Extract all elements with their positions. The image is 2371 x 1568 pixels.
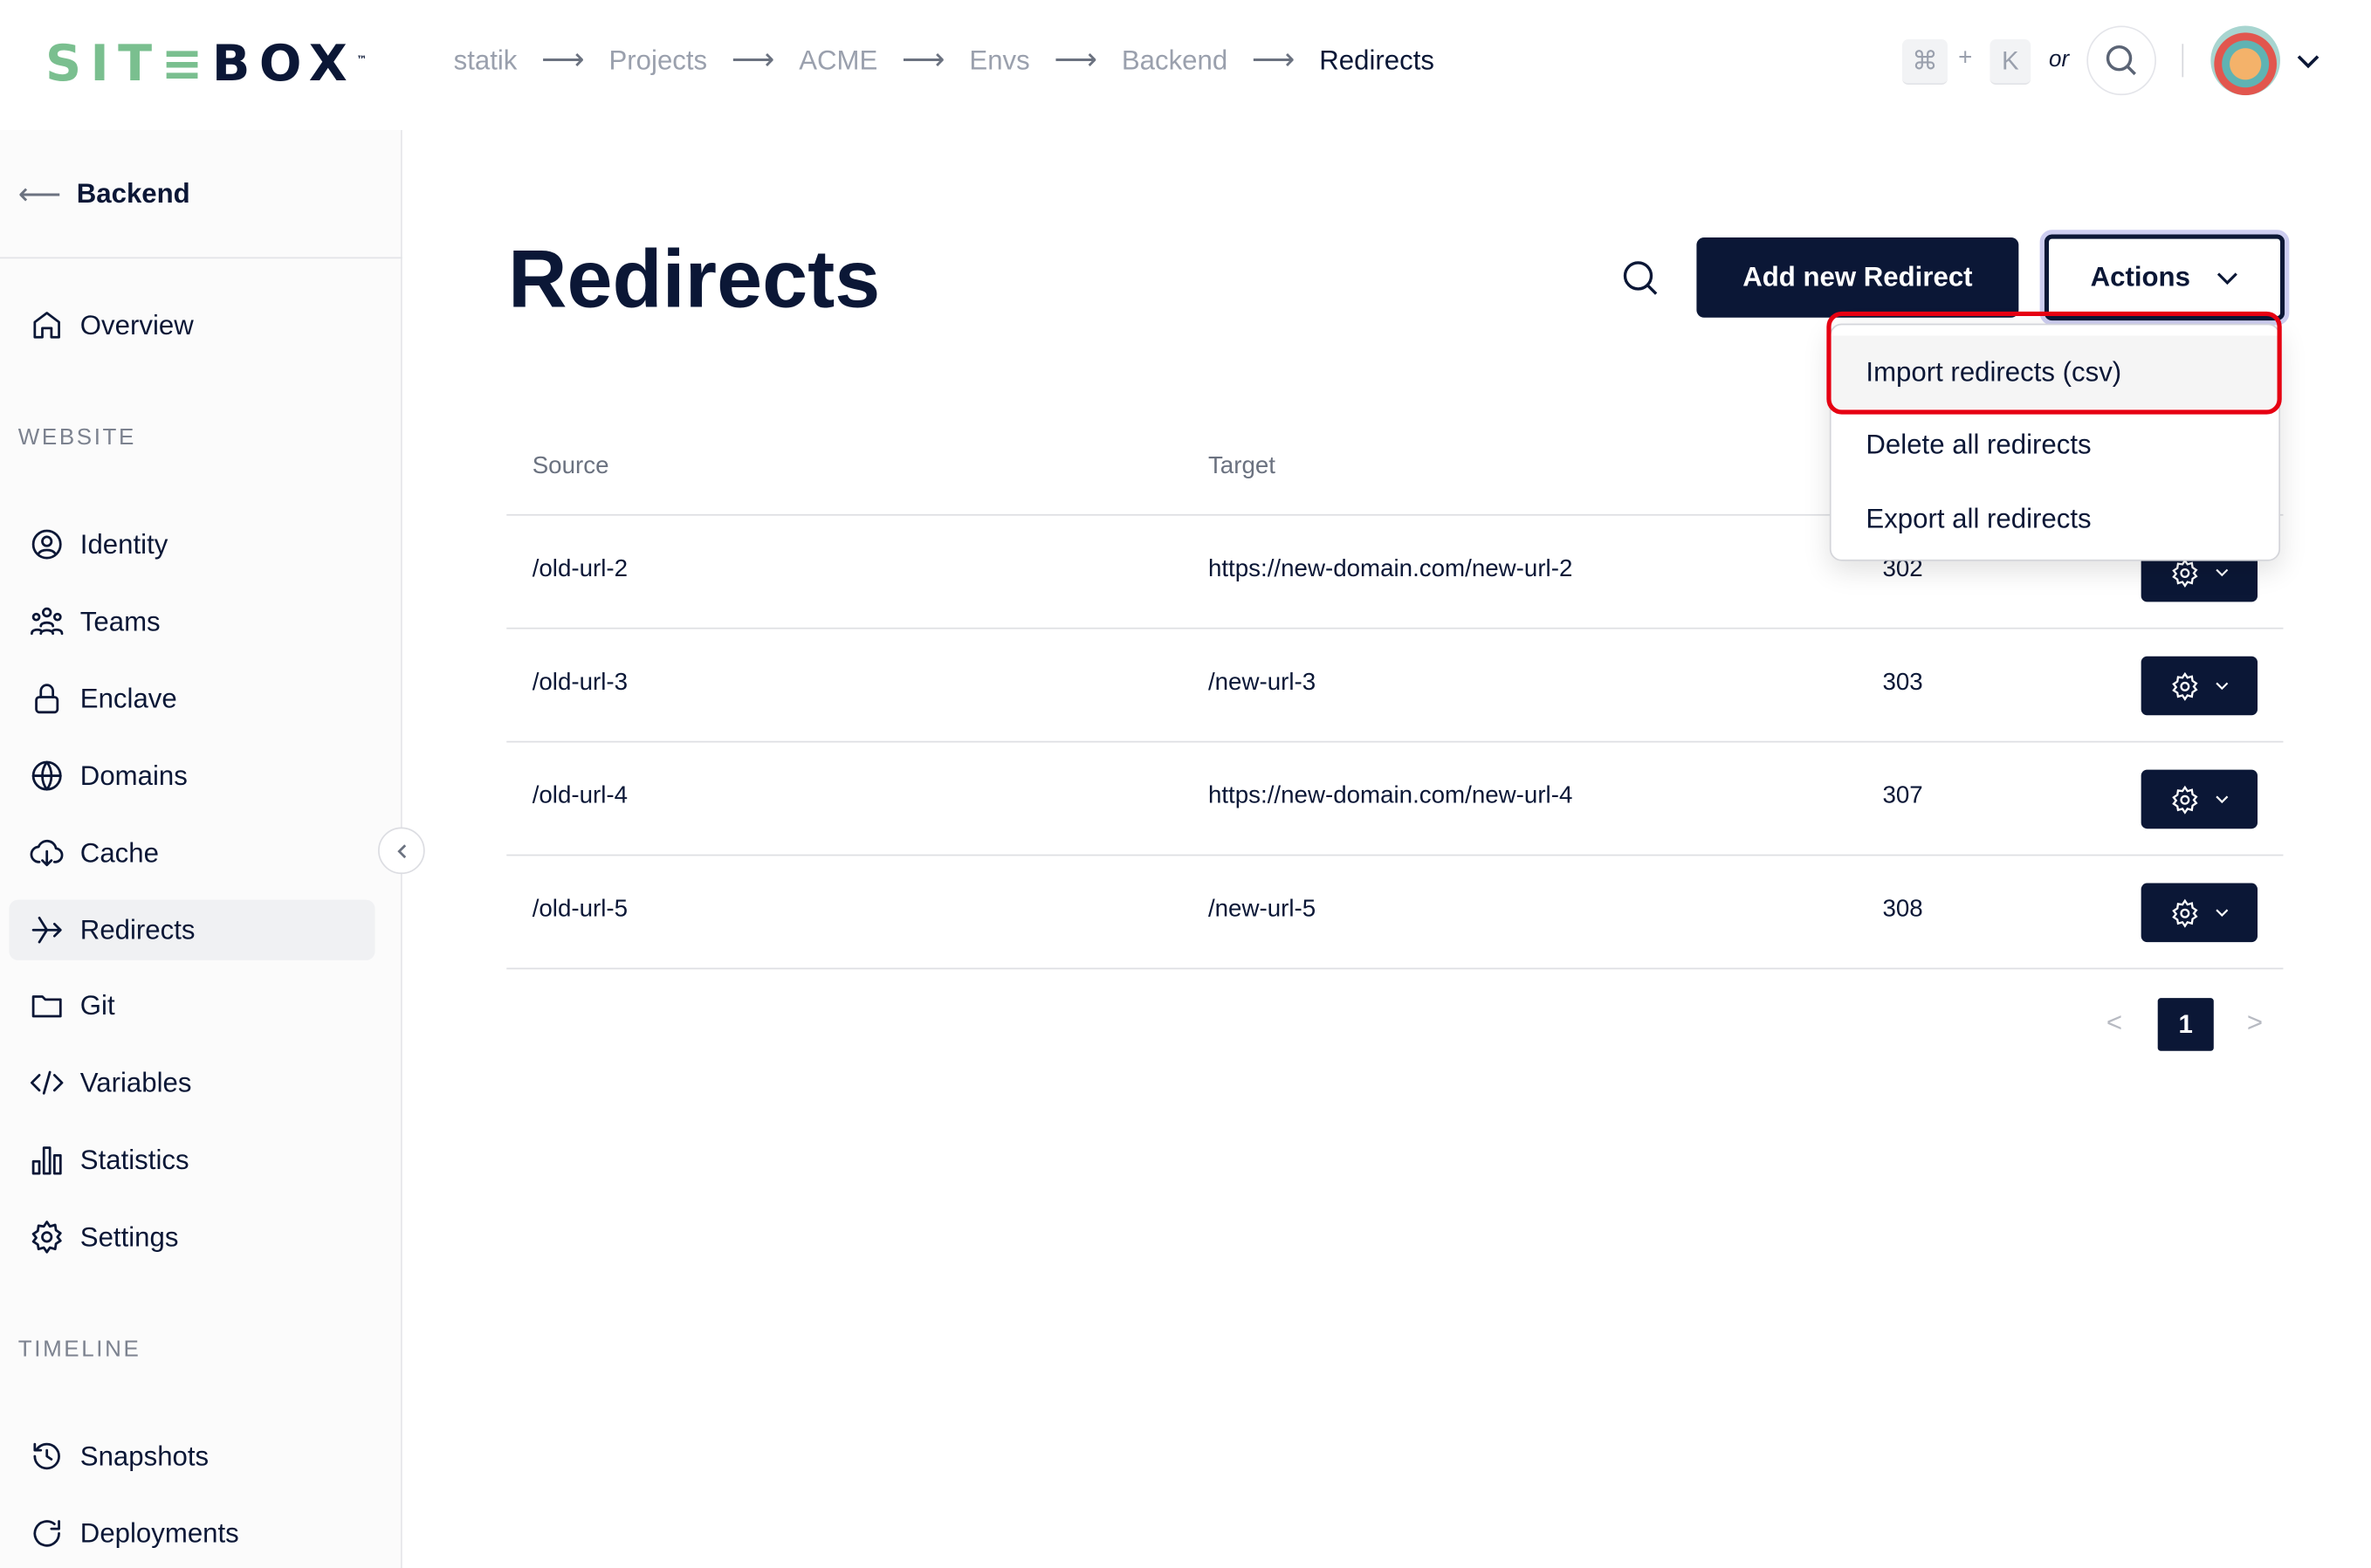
- source-cell: /old-url-2: [532, 556, 629, 582]
- sidebar-item-variables[interactable]: Variables: [9, 1053, 375, 1113]
- chevron-left-icon: [396, 843, 406, 858]
- status-code-cell: 303: [1882, 670, 1923, 696]
- arrow-right-icon: ⟶: [1251, 44, 1295, 78]
- breadcrumb-backend[interactable]: Backend: [1122, 44, 1227, 77]
- sidebar-item-git[interactable]: Git: [9, 975, 375, 1035]
- menu-item-delete-all[interactable]: Delete all redirects: [1832, 409, 2279, 481]
- page-1-button[interactable]: 1: [2157, 998, 2214, 1051]
- next-page-button[interactable]: >: [2247, 1008, 2263, 1039]
- or-label: or: [2048, 46, 2070, 73]
- gear-icon: [2172, 784, 2198, 814]
- arrow-right-icon: ⟶: [1054, 44, 1098, 78]
- user-avatar[interactable]: [2210, 25, 2281, 96]
- column-header-source: Source: [532, 453, 609, 480]
- target-cell: /new-url-3: [1207, 670, 1316, 696]
- refresh-icon: [33, 1520, 60, 1547]
- section-website: WEBSITE: [17, 424, 136, 451]
- search-icon: [2106, 45, 2136, 76]
- k-key: K: [1990, 39, 2031, 85]
- sidebar-item-domains[interactable]: Domains: [9, 746, 375, 806]
- breadcrumb-projects[interactable]: Projects: [608, 44, 707, 77]
- folder-icon: [31, 995, 62, 1018]
- source-cell: /old-url-5: [532, 897, 629, 923]
- top-header: SIT≡BOX™ statik ⟶ Projects ⟶ ACME ⟶ Envs ⟶ B…: [0, 0, 2371, 130]
- breadcrumb-acme[interactable]: ACME: [799, 44, 877, 77]
- sidebar-item-settings[interactable]: Settings: [9, 1207, 375, 1267]
- gear-icon: [31, 1221, 62, 1254]
- cloud-download-icon: [30, 839, 64, 867]
- chevron-down-icon[interactable]: [2295, 48, 2320, 73]
- sidebar-item-deployments[interactable]: Deployments: [9, 1503, 375, 1564]
- breadcrumb-redirects: Redirects: [1319, 45, 1434, 76]
- row-settings-button[interactable]: [2141, 656, 2258, 716]
- global-search-button[interactable]: [2086, 25, 2156, 96]
- breadcrumb: statik ⟶ Projects ⟶ ACME ⟶ Envs ⟶ Backend ⟶ R…: [454, 44, 1434, 77]
- row-settings-button[interactable]: [2141, 883, 2258, 943]
- sidebar-item-identity[interactable]: Identity: [9, 514, 375, 574]
- plus-sign: +: [1958, 45, 1973, 72]
- menu-item-export-all[interactable]: Export all redirects: [1832, 483, 2279, 555]
- status-code-cell: 307: [1882, 783, 1923, 809]
- row-divider: [506, 627, 2284, 629]
- search-redirects-icon[interactable]: [1621, 258, 1660, 298]
- target-cell: https://new-domain.com/new-url-2: [1207, 556, 1573, 582]
- sidebar-item-cache[interactable]: Cache: [9, 822, 375, 883]
- prev-page-button[interactable]: <: [2106, 1008, 2122, 1039]
- sidebar-item-redirects[interactable]: Redirects: [9, 899, 375, 960]
- lock-icon: [35, 684, 59, 714]
- chevron-down-icon: [2216, 795, 2229, 804]
- sidebar-divider: [0, 257, 402, 259]
- sidebar: ⟵ Backend Overview WEBSITE Identity Teams…: [0, 129, 402, 1568]
- arrow-right-icon: ⟶: [902, 44, 945, 78]
- target-cell: /new-url-5: [1207, 897, 1316, 923]
- target-cell: https://new-domain.com/new-url-4: [1207, 783, 1573, 809]
- history-icon: [33, 1442, 60, 1470]
- gear-icon: [2172, 671, 2198, 701]
- users-icon: [30, 607, 64, 636]
- sidebar-item-statistics[interactable]: Statistics: [9, 1130, 375, 1190]
- chevron-down-icon: [2216, 909, 2229, 917]
- sidebar-item-enclave[interactable]: Enclave: [9, 669, 375, 729]
- redirect-icon: [31, 916, 62, 944]
- row-divider: [506, 967, 2284, 970]
- sidebar-item-overview[interactable]: Overview: [9, 295, 375, 355]
- gear-icon: [2172, 897, 2198, 927]
- section-timeline: TIMELINE: [17, 1337, 141, 1363]
- command-key: ⌘: [1901, 39, 1948, 85]
- globe-icon: [31, 760, 62, 791]
- breadcrumb-statik[interactable]: statik: [454, 44, 518, 77]
- arrow-right-icon: ⟶: [731, 44, 775, 78]
- code-icon: [30, 1070, 64, 1095]
- add-new-redirect-button[interactable]: Add new Redirect: [1696, 237, 2019, 318]
- user-circle-icon: [31, 529, 62, 560]
- column-header-target: Target: [1207, 453, 1275, 480]
- source-cell: /old-url-4: [532, 783, 629, 809]
- chevron-down-icon: [2216, 682, 2229, 691]
- header-divider: [2182, 44, 2184, 78]
- status-code-cell: 308: [1882, 897, 1923, 923]
- arrow-left-icon: ⟵: [17, 178, 62, 212]
- row-divider: [506, 854, 2284, 856]
- source-cell: /old-url-3: [532, 670, 629, 696]
- sidebar-item-teams[interactable]: Teams: [9, 591, 375, 651]
- row-divider: [506, 740, 2284, 743]
- home-icon: [33, 312, 60, 339]
- sidebar-item-snapshots[interactable]: Snapshots: [9, 1426, 375, 1486]
- bar-chart-icon: [31, 1146, 62, 1175]
- arrow-right-icon: ⟶: [541, 44, 585, 78]
- page-title: Redirects: [507, 234, 881, 326]
- gear-icon: [2172, 558, 2198, 588]
- breadcrumb-envs[interactable]: Envs: [969, 44, 1029, 77]
- collapse-sidebar-button[interactable]: [378, 827, 425, 875]
- row-settings-button[interactable]: [2141, 769, 2258, 829]
- actions-dropdown-button[interactable]: Actions: [2039, 230, 2290, 326]
- chevron-down-icon: [2216, 568, 2229, 577]
- chevron-down-icon: [2216, 272, 2237, 285]
- highlight-box: [1826, 311, 2282, 415]
- sitebox-logo[interactable]: SIT≡BOX™: [45, 36, 367, 91]
- back-to-backend[interactable]: ⟵ Backend: [18, 175, 190, 213]
